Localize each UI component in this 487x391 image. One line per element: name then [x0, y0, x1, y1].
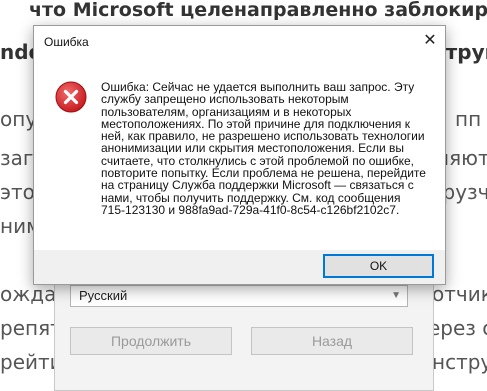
error-icon — [55, 81, 87, 113]
close-icon: ✕ — [423, 32, 437, 49]
language-select[interactable]: Русский ▼ — [70, 285, 408, 307]
article-text-fragment: нструм — [432, 350, 487, 374]
error-dialog: Ошибка ✕ Ошибка: Сейчас не удается выпол… — [33, 25, 446, 285]
back-button[interactable]: Назад — [251, 327, 413, 355]
article-text-fragment: репят — [0, 316, 62, 340]
dialog-content: Ошибка: Сейчас не удается выполнить ваш … — [34, 56, 445, 252]
article-text-fragment: отчик — [432, 282, 487, 306]
screenshot: что Microsoft целенаправленно заблокиров… — [0, 0, 487, 391]
article-text-fragment: пп — [455, 107, 482, 131]
dialog-title: Ошибка — [44, 35, 89, 49]
dialog-titlebar[interactable]: Ошибка ✕ — [34, 26, 445, 56]
article-text-fragment: ерез ст — [428, 316, 487, 340]
error-message: Ошибка: Сейчас не удается выполнить ваш … — [101, 80, 426, 217]
chevron-down-icon: ▼ — [391, 290, 401, 301]
language-value: Русский — [79, 288, 128, 303]
ok-button[interactable]: OK — [323, 254, 434, 278]
next-button[interactable]: Продолжить — [70, 327, 232, 355]
article-heading: что Microsoft целенаправленно заблокиров… — [29, 0, 487, 21]
close-button[interactable]: ✕ — [415, 26, 445, 56]
dialog-footer: OK — [34, 250, 445, 284]
